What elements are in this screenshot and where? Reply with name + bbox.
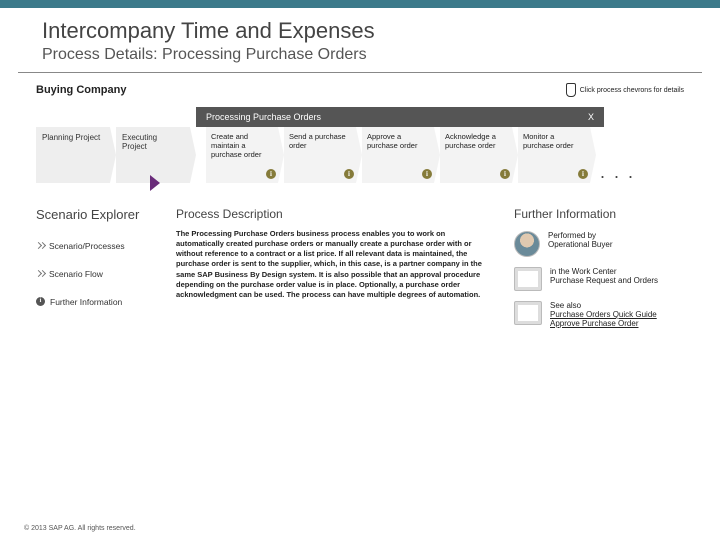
info-icon[interactable]: i [266,169,276,179]
sub-step[interactable]: Monitor a purchase order i [518,127,590,183]
page-subtitle: Process Details: Processing Purchase Ord… [42,46,678,64]
nav-scenario-processes[interactable]: Scenario/Processes [36,241,156,251]
nav-label: Scenario Flow [49,269,103,279]
context-row: Buying Company Click process chevrons fo… [0,73,720,101]
process-step-label: Executing Project [122,133,184,151]
info-icon[interactable]: i [422,169,432,179]
sub-step-label: Approve a purchase order [367,132,417,150]
fi-line: See also [550,301,657,310]
sub-step-label: Monitor a purchase order [523,132,573,150]
sub-step-label: Create and maintain a purchase order [211,132,261,159]
sub-step[interactable]: Approve a purchase order i [362,127,434,183]
page-title: Intercompany Time and Expenses [42,18,678,44]
nav-scenario-flow[interactable]: Scenario Flow [36,269,156,279]
scenario-explorer-title-text: Scenario Explorer [36,207,139,222]
expanded-step-label: Processing Purchase Orders [206,112,321,122]
expanded-step-header: Processing Purchase Orders X [196,107,604,127]
close-icon[interactable]: X [588,112,594,122]
page-header: Intercompany Time and Expenses Process D… [18,8,702,73]
process-description-heading: Process Description [176,207,494,221]
info-icon[interactable]: i [344,169,354,179]
chevron-right-icon [36,271,44,276]
sub-step-group: Create and maintain a purchase order i S… [206,127,590,183]
scenario-explorer-title: Scenario Explorer [36,207,156,223]
screenshot-thumb-icon [514,267,542,291]
info-icon[interactable]: i [500,169,510,179]
fi-link[interactable]: Purchase Orders Quick Guide [550,310,657,319]
sub-step[interactable]: Create and maintain a purchase order i [206,127,278,183]
further-information-heading: Further Information [514,207,684,221]
fi-line: Purchase Request and Orders [550,276,658,285]
fi-line: Operational Buyer [548,240,612,249]
fi-link[interactable]: Approve Purchase Order [550,319,657,328]
sub-step-label: Acknowledge a purchase order [445,132,496,150]
nav-further-information[interactable]: i Further Information [36,297,156,307]
process-flow: Processing Purchase Orders X Planning Pr… [0,101,720,183]
nav-label: Scenario/Processes [49,241,125,251]
sub-step[interactable]: Acknowledge a purchase order i [440,127,512,183]
info-icon: i [36,297,45,306]
copyright: © 2013 SAP AG. All rights reserved. [24,525,136,532]
further-information: Further Information Performed by Operati… [514,207,684,338]
brand-top-bar [0,0,720,8]
screenshot-thumb-icon [514,301,542,325]
buying-company-label: Buying Company [36,84,126,96]
process-description-body: The Processing Purchase Orders business … [176,229,494,300]
current-step-marker-icon [150,175,160,191]
process-step-planning[interactable]: Planning Project [36,127,110,183]
click-hint: Click process chevrons for details [566,83,684,97]
process-step-label: Planning Project [42,133,100,142]
sub-step-label: Send a purchase order [289,132,346,150]
further-info-item: in the Work Center Purchase Request and … [514,267,684,291]
fi-line: in the Work Center [550,267,658,276]
chevron-right-icon [36,243,44,248]
pointer-icon [566,83,576,97]
avatar-icon [514,231,540,257]
further-info-item: Performed by Operational Buyer [514,231,684,257]
further-info-item: See also Purchase Orders Quick Guide App… [514,301,684,328]
click-hint-text: Click process chevrons for details [580,87,684,94]
process-description: Process Description The Processing Purch… [176,207,494,338]
fi-line: Performed by [548,231,612,240]
sub-step[interactable]: Send a purchase order i [284,127,356,183]
scenario-explorer: Scenario Explorer Scenario/Processes Sce… [36,207,156,338]
info-icon[interactable]: i [578,169,588,179]
lower-section: Scenario Explorer Scenario/Processes Sce… [0,183,720,338]
more-steps-ellipsis: . . . [600,162,635,183]
nav-label: Further Information [50,297,122,307]
